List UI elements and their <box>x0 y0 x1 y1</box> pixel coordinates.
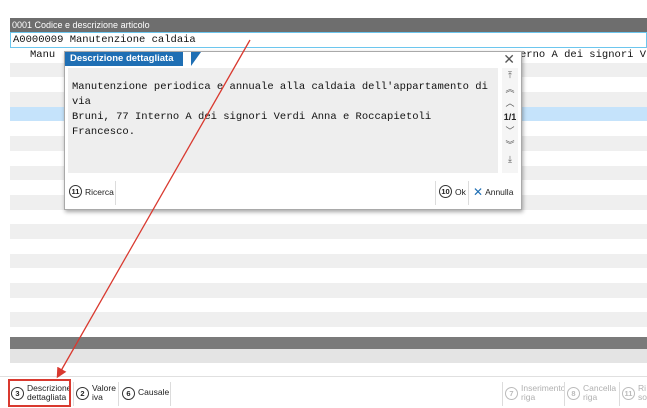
key-badge-icon: 7 <box>505 386 518 400</box>
description-textarea[interactable]: Manutenzione periodica e annuale alla ca… <box>68 68 498 173</box>
grid-row[interactable] <box>10 239 647 254</box>
line-up-icon[interactable]: ︿ <box>505 96 514 110</box>
button-label: Ri <box>638 382 647 393</box>
status-bar <box>10 349 647 363</box>
key-badge-icon: 6 <box>122 386 135 400</box>
totals-bar <box>10 337 647 349</box>
page-indicator: 1/1 <box>503 112 517 122</box>
key-badge-icon: 8 <box>567 386 580 400</box>
grid-row[interactable] <box>10 298 647 313</box>
button-label: so <box>638 392 647 402</box>
grid-row[interactable] <box>10 210 647 225</box>
grid-cell-description: Manu <box>30 49 56 61</box>
vat-value-button[interactable]: 2 Valore iva <box>76 380 116 406</box>
key-badge-icon: 2 <box>76 386 89 400</box>
divider <box>502 382 503 406</box>
button-label: riga <box>583 392 598 402</box>
page-down-icon[interactable]: ︾ <box>505 138 514 152</box>
divider <box>468 181 469 205</box>
dialog-title-tab-edge <box>191 52 201 66</box>
divider <box>619 382 620 406</box>
line-down-icon[interactable]: ﹀ <box>505 124 514 138</box>
divider <box>564 382 565 406</box>
key-badge-icon: 11 <box>622 386 635 400</box>
search-button[interactable]: 11 Ricerca <box>69 185 114 198</box>
function-key-toolbar: 3 Descrizione dettagliata 2 Valore iva 6 C… <box>0 376 647 408</box>
divider <box>118 382 119 406</box>
grid-row[interactable] <box>10 268 647 283</box>
divider <box>73 382 74 406</box>
ok-button[interactable]: 10 Ok <box>439 185 466 198</box>
cancel-button[interactable]: ✕ Annulla <box>473 185 513 199</box>
ok-button-label: Ok <box>455 186 466 197</box>
truncated-button[interactable]: 11 Ri so <box>622 380 647 406</box>
reason-button[interactable]: 6 Causale <box>122 380 169 406</box>
cancel-button-label: Annulla <box>485 187 514 197</box>
insert-row-button[interactable]: 7 Inserimento riga <box>505 380 565 406</box>
key-badge-icon: 10 <box>439 185 452 198</box>
divider <box>115 181 116 205</box>
grid-row[interactable] <box>10 224 647 239</box>
button-label: Inserimento <box>521 382 566 393</box>
search-button-label: Ricerca <box>85 186 114 197</box>
page-up-icon[interactable]: ︽ <box>505 82 514 96</box>
close-icon[interactable]: ✕ <box>503 52 515 66</box>
button-label: Causale <box>138 387 170 398</box>
description-line: Bruni, 77 Interno A dei signori Verdi An… <box>72 111 432 138</box>
button-label: iva <box>92 392 103 402</box>
button-label: Cancella <box>583 382 617 393</box>
divider <box>170 382 171 406</box>
dialog-title: Descrizione dettagliata <box>65 52 184 66</box>
grid-row[interactable] <box>10 312 647 328</box>
scroll-bottom-icon[interactable]: ⤓ <box>508 152 512 166</box>
grid-row[interactable] <box>10 253 647 269</box>
button-label: riga <box>521 392 536 402</box>
grid-cell-description-tail: erno A dei signori V <box>520 49 647 61</box>
button-label: Valore <box>92 382 116 393</box>
cancel-x-icon: ✕ <box>473 185 484 199</box>
column-header: 0001 Codice e descrizione articolo <box>10 18 647 32</box>
key-badge-icon: 11 <box>69 185 82 198</box>
article-code-field[interactable]: A0000009 Manutenzione caldaia <box>10 32 647 48</box>
delete-row-button[interactable]: 8 Cancella riga <box>567 380 616 406</box>
text-scroll-controls: ⤒ ︽ ︿ 1/1 ﹀ ︾ ⤓ <box>502 68 518 173</box>
detail-description-dialog: Descrizione dettagliata ✕ Manutenzione p… <box>64 51 522 210</box>
divider <box>435 181 436 205</box>
description-line: Manutenzione periodica e annuale alla ca… <box>72 81 488 108</box>
dialog-footer: 11 Ricerca 10 Ok ✕ Annulla <box>65 179 521 207</box>
grid-row[interactable] <box>10 283 647 298</box>
annotation-highlight-box <box>8 379 71 407</box>
scroll-top-icon[interactable]: ⤒ <box>508 68 512 82</box>
